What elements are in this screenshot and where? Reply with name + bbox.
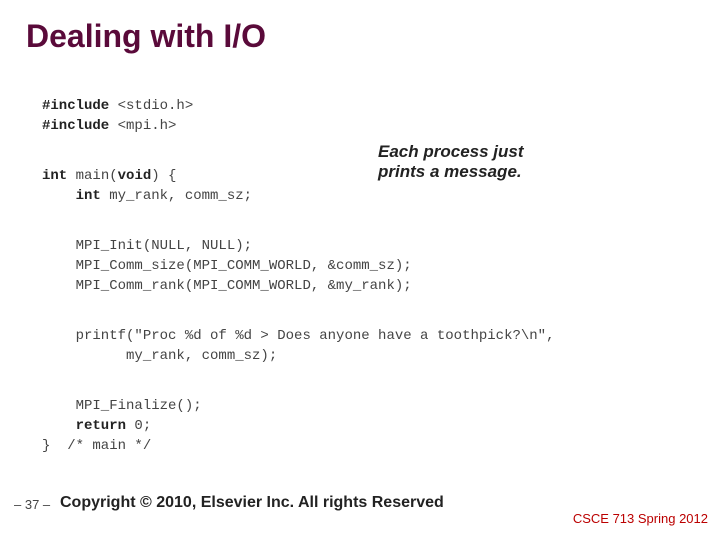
code-text: <stdio.h> bbox=[109, 98, 193, 114]
code-text: MPI_Finalize(); bbox=[42, 398, 202, 414]
code-kw: int bbox=[42, 188, 101, 204]
code-kw: void bbox=[118, 168, 152, 184]
code-text: MPI_Comm_size(MPI_COMM_WORLD, &comm_sz); bbox=[42, 258, 412, 274]
page-number: – 37 – bbox=[14, 497, 50, 512]
annotation-text: Each process just prints a message. bbox=[378, 142, 524, 182]
code-kw: #include bbox=[42, 118, 109, 134]
code-block: #include <stdio.h> #include <mpi.h> int … bbox=[42, 96, 682, 456]
code-text: MPI_Init(NULL, NULL); bbox=[42, 238, 252, 254]
code-text: MPI_Comm_rank(MPI_COMM_WORLD, &my_rank); bbox=[42, 278, 412, 294]
code-text: main( bbox=[67, 168, 117, 184]
code-kw: int bbox=[42, 168, 67, 184]
code-text: my_rank, comm_sz; bbox=[101, 188, 252, 204]
code-text: 0; bbox=[126, 418, 151, 434]
code-text: } /* main */ bbox=[42, 438, 151, 454]
code-text: my_rank, comm_sz); bbox=[42, 348, 277, 364]
code-kw: return bbox=[42, 418, 126, 434]
code-text: <mpi.h> bbox=[109, 118, 176, 134]
course-label: CSCE 713 Spring 2012 bbox=[573, 511, 708, 526]
code-text: printf("Proc %d of %d > Does anyone have… bbox=[42, 328, 554, 344]
slide-title: Dealing with I/O bbox=[26, 18, 266, 55]
code-text: ) { bbox=[151, 168, 176, 184]
code-kw: #include bbox=[42, 98, 109, 114]
slide: Dealing with I/O #include <stdio.h> #inc… bbox=[0, 0, 720, 540]
copyright-text: Copyright © 2010, Elsevier Inc. All righ… bbox=[60, 494, 444, 512]
annotation-line: Each process just prints a message. bbox=[378, 142, 524, 181]
